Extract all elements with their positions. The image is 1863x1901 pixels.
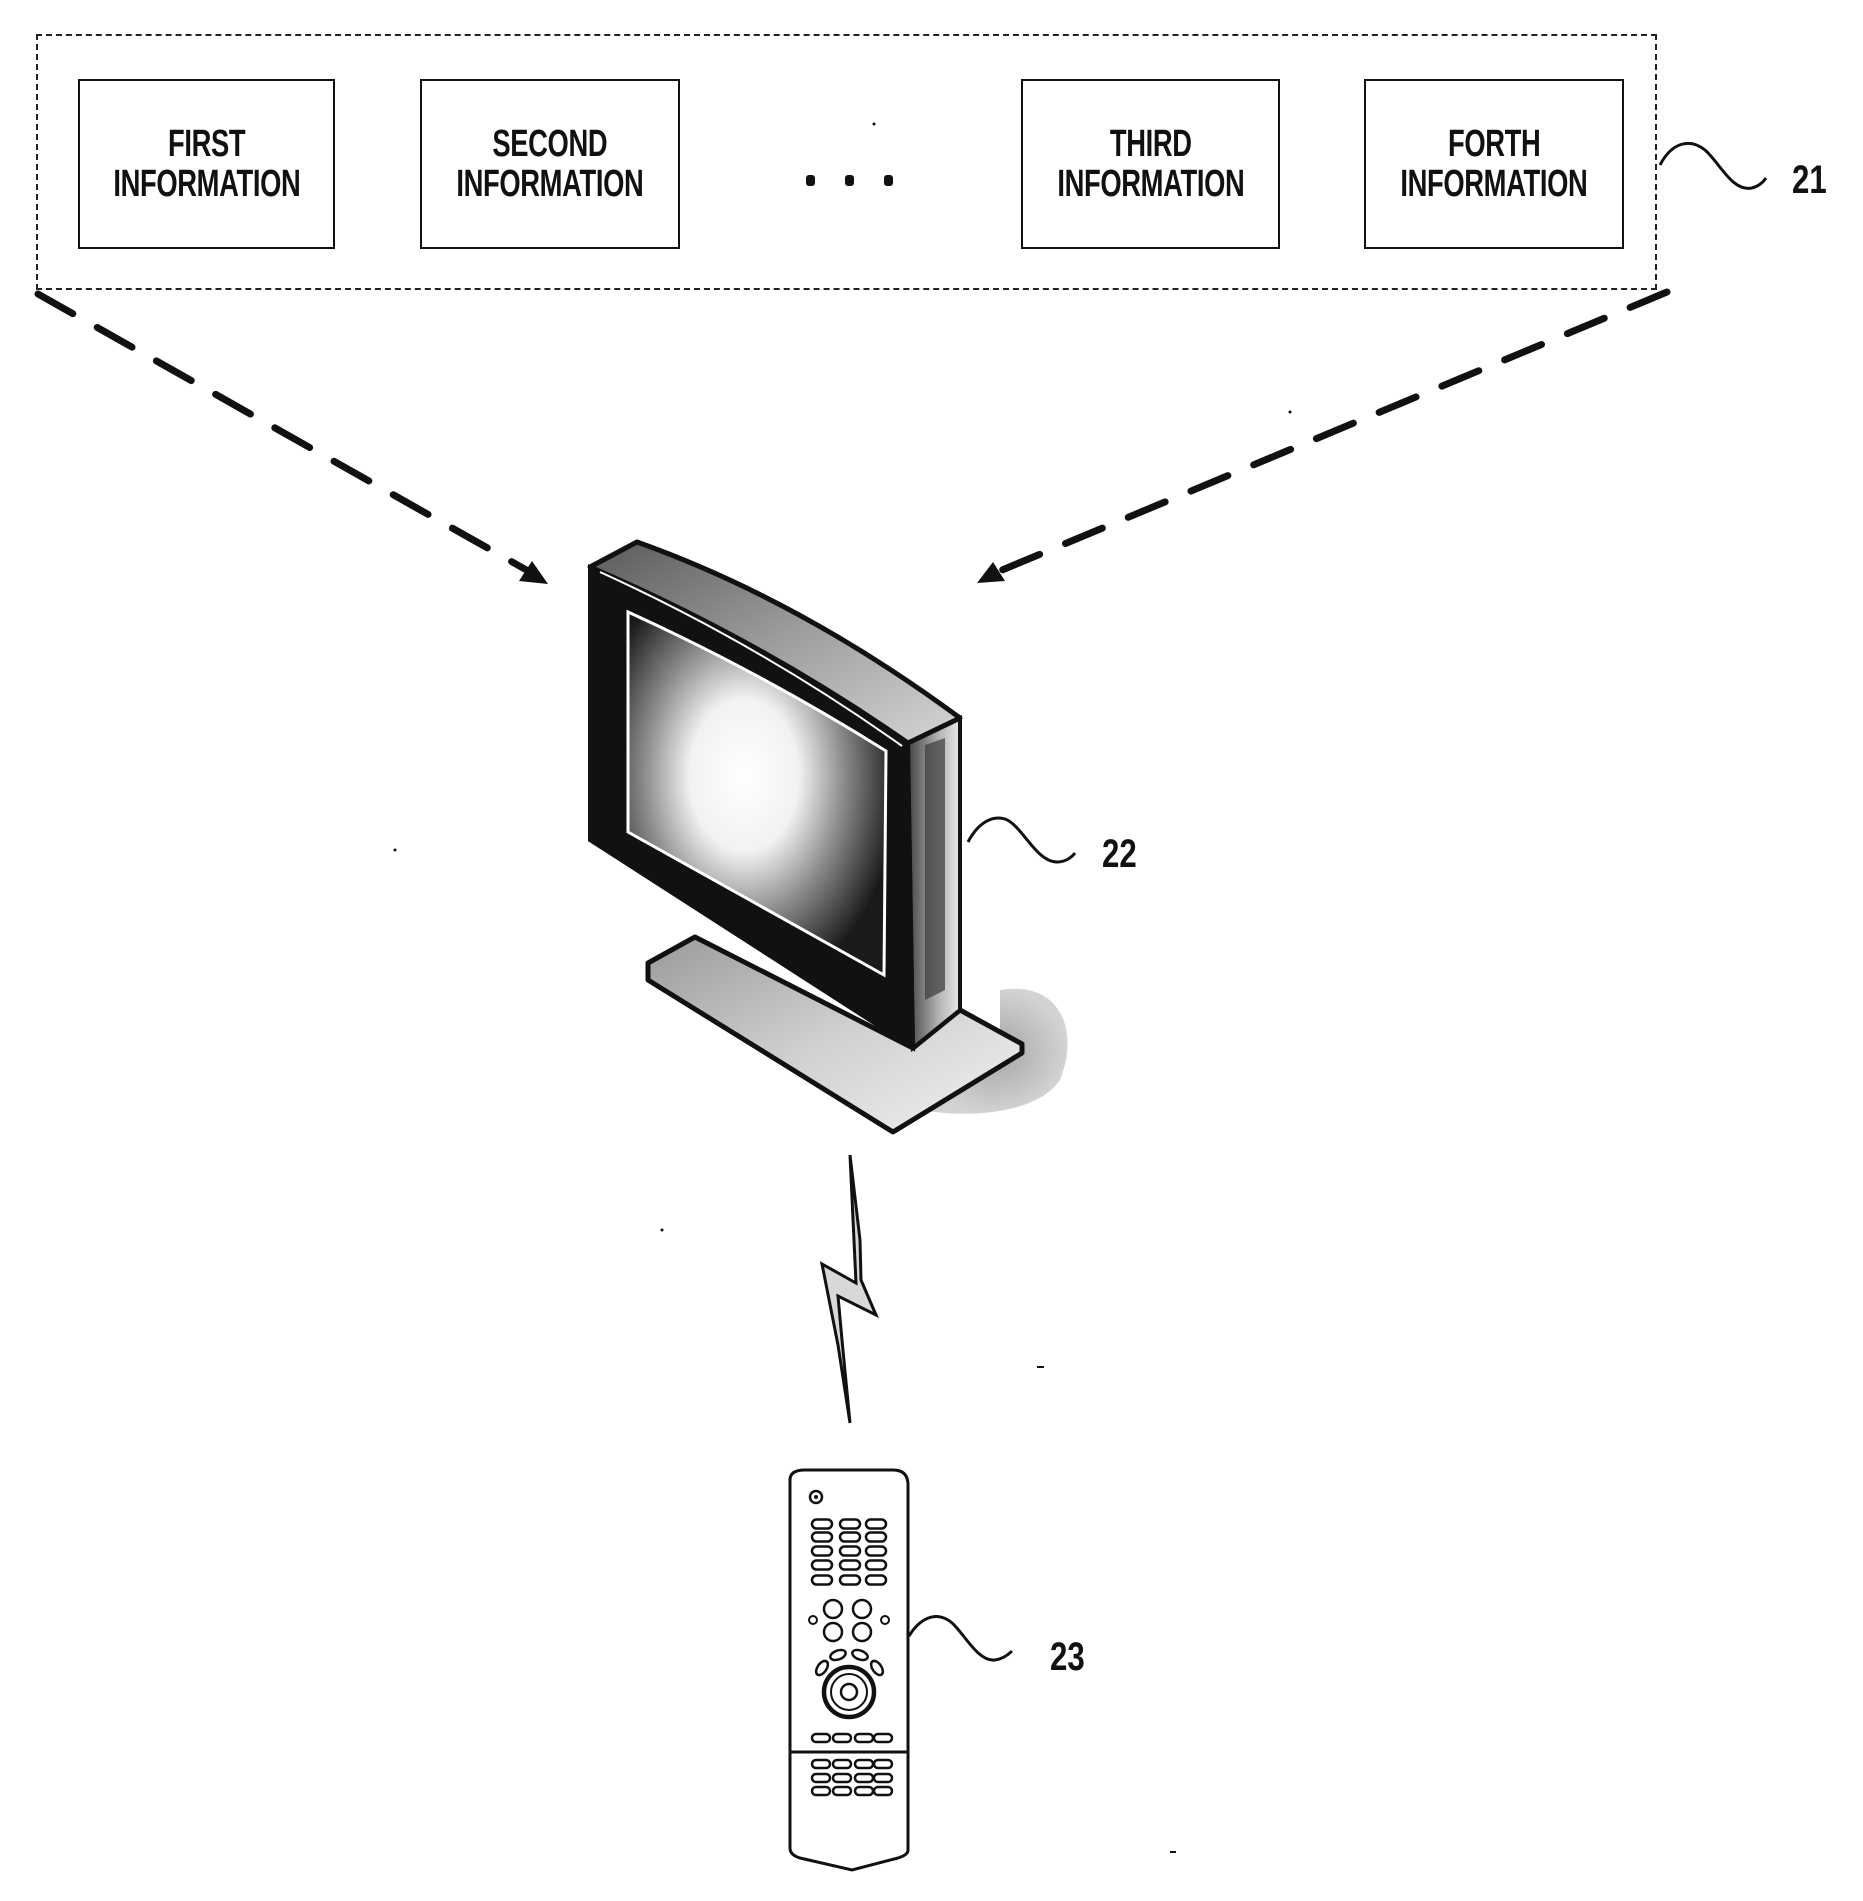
wireless-signal-icon [819,1154,879,1424]
scan-speck [872,122,876,126]
left-dashed-arrow [34,290,548,584]
diagram-canvas [34,122,1768,1872]
reference-numeral-23: 23 [1050,1635,1085,1679]
leader-line-21 [1658,141,1768,190]
scan-speck [660,1228,664,1232]
scan-speck [393,848,397,852]
reference-numeral-21: 21 [1792,158,1827,202]
reference-numeral-22: 22 [1102,832,1137,876]
tv-icon [587,539,1068,1135]
leader-line-22 [966,816,1077,864]
leader-line-23 [907,1615,1014,1662]
remote-control-icon [788,1468,910,1872]
scan-speck [1288,410,1292,414]
right-dashed-arrow [977,288,1671,583]
